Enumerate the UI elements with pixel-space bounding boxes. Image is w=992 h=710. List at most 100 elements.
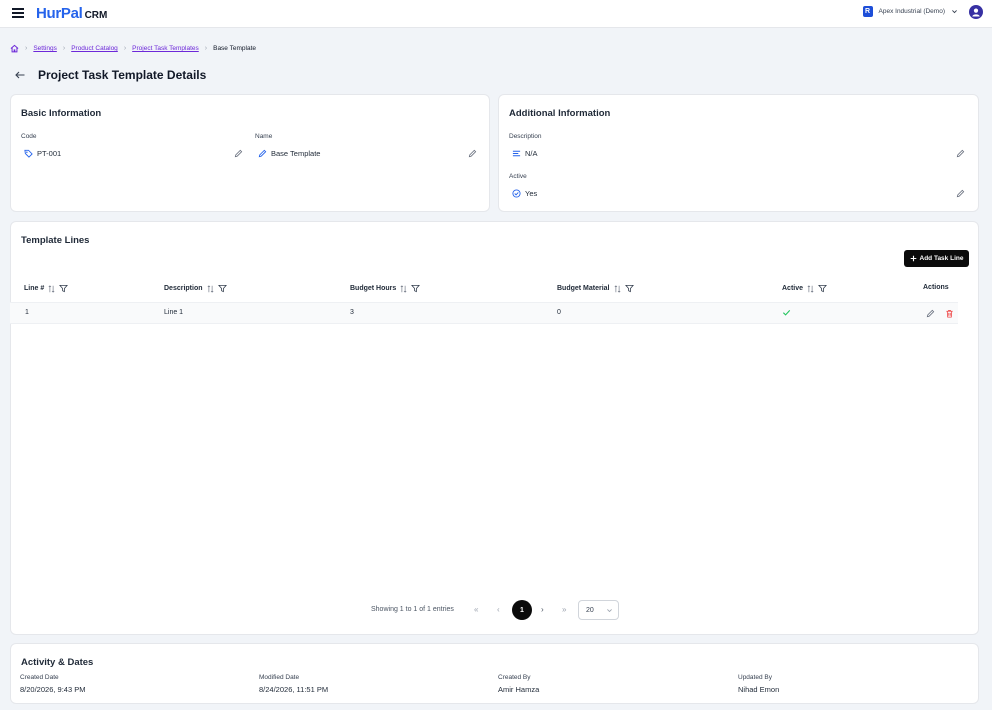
sort-icon[interactable]: [614, 284, 621, 293]
table-row[interactable]: [10, 302, 958, 324]
cell-description: Line 1: [164, 309, 184, 316]
updated-by-value: Nihad Emon: [738, 685, 780, 694]
pencil-icon: [258, 149, 267, 158]
created-date-label: Created Date: [20, 674, 59, 681]
top-bar: HurPal CRM R Apex Industrial (Demo): [0, 0, 992, 28]
app-logo[interactable]: HurPal CRM: [36, 5, 107, 22]
column-header-actions: Actions: [923, 284, 949, 291]
column-header-budget-hours: Budget Hours: [350, 284, 421, 293]
cell-budget-hours: 3: [350, 309, 354, 316]
additional-info-card: Additional Information Description N/A A…: [498, 94, 979, 212]
column-label: Budget Material: [557, 285, 610, 292]
sort-icon[interactable]: [400, 284, 407, 293]
chevron-down-icon: [607, 608, 612, 612]
cell-line: 1: [25, 309, 29, 316]
add-task-line-button[interactable]: Add Task Line: [904, 250, 969, 267]
tenant-badge: R: [862, 6, 873, 17]
user-avatar[interactable]: [969, 5, 983, 19]
filter-icon[interactable]: [59, 284, 69, 293]
name-value: Base Template: [258, 149, 320, 158]
edit-active-icon[interactable]: [956, 189, 965, 198]
check-icon: [782, 309, 791, 316]
column-label: Active: [782, 285, 804, 292]
prev-page-button[interactable]: ‹: [497, 605, 500, 614]
activity-title: Activity & Dates: [21, 657, 94, 668]
back-arrow-icon[interactable]: [14, 69, 26, 81]
filter-icon[interactable]: [411, 284, 421, 293]
check-circle-icon: [512, 189, 521, 198]
active-value: Yes: [512, 189, 537, 198]
first-page-button[interactable]: «: [474, 605, 478, 614]
activity-card: Activity & Dates: [10, 643, 979, 704]
breadcrumb-separator: ›: [204, 45, 208, 52]
name-text: Base Template: [271, 149, 321, 158]
page-size-value: 20: [586, 606, 594, 614]
modified-date-label: Modified Date: [259, 674, 300, 681]
code-text: PT-001: [37, 149, 62, 158]
tenant-switcher[interactable]: R Apex Industrial (Demo): [862, 6, 958, 17]
logo-subtext: CRM: [84, 10, 108, 21]
next-page-button[interactable]: ›: [541, 605, 544, 614]
last-page-button[interactable]: »: [562, 605, 566, 614]
page-title: Project Task Template Details: [38, 68, 207, 82]
code-label: Code: [21, 133, 37, 140]
user-icon: [972, 8, 980, 17]
cell-budget-material: 0: [557, 309, 561, 316]
edit-code-icon[interactable]: [234, 149, 243, 158]
column-label: Budget Hours: [350, 285, 397, 292]
updated-by-label: Updated By: [738, 674, 772, 681]
home-icon[interactable]: [10, 44, 19, 53]
description-text: N/A: [525, 149, 538, 158]
sort-icon[interactable]: [207, 284, 214, 293]
active-text: Yes: [525, 189, 538, 198]
filter-icon[interactable]: [818, 284, 827, 293]
edit-name-icon[interactable]: [468, 149, 477, 158]
column-header-line: Line #: [24, 284, 69, 293]
tenant-name: Apex Industrial (Demo): [878, 8, 945, 15]
pagination: Showing 1 to 1 of 1 entries « ‹ 1 › » 20: [0, 600, 992, 622]
template-lines-title: Template Lines: [21, 235, 90, 246]
basic-info-title: Basic Information: [21, 108, 102, 119]
page-button-current[interactable]: 1: [512, 600, 532, 620]
pagination-info: Showing 1 to 1 of 1 entries: [371, 606, 454, 613]
created-by-label: Created By: [498, 674, 531, 681]
sort-icon[interactable]: [807, 284, 814, 293]
column-label: Actions: [923, 284, 949, 291]
delete-row-icon[interactable]: [945, 309, 954, 318]
created-by-value: Amir Hamza: [498, 685, 540, 694]
column-header-budget-material: Budget Material: [557, 284, 634, 293]
breadcrumb-current: Base Template: [213, 45, 256, 52]
breadcrumb-project-task-templates[interactable]: Project Task Templates: [132, 45, 199, 52]
template-lines-card: Template Lines: [10, 221, 979, 635]
basic-info-card: Basic Information Code PT-001 Name Base …: [10, 94, 490, 212]
additional-info-title: Additional Information: [509, 108, 611, 119]
add-task-line-label: Add Task Line: [919, 255, 964, 262]
active-label: Active: [509, 173, 527, 180]
menu-icon[interactable]: [12, 8, 24, 18]
created-date-value: 8/20/2026, 9:43 PM: [20, 685, 86, 694]
edit-row-icon[interactable]: [926, 309, 935, 318]
plus-icon: [910, 255, 916, 262]
breadcrumb: › Settings › Product Catalog › Project T…: [10, 44, 256, 53]
code-value: PT-001: [24, 149, 61, 158]
modified-date-value: 8/24/2026, 11:51 PM: [259, 685, 329, 694]
name-label: Name: [255, 133, 273, 140]
page-header: Project Task Template Details: [14, 68, 206, 82]
page-size-select[interactable]: 20: [578, 600, 619, 620]
filter-icon[interactable]: [217, 284, 227, 293]
breadcrumb-separator: ›: [62, 45, 66, 52]
breadcrumb-settings[interactable]: Settings: [33, 45, 57, 52]
text-lines-icon: [512, 150, 521, 157]
logo-text: HurPal: [36, 5, 83, 22]
sort-icon[interactable]: [48, 284, 55, 293]
tag-icon: [24, 149, 33, 158]
breadcrumb-separator: ›: [25, 45, 28, 52]
column-header-description: Description: [164, 284, 227, 293]
column-label: Line #: [24, 285, 45, 292]
filter-icon[interactable]: [624, 284, 634, 293]
description-label: Description: [509, 133, 542, 140]
edit-description-icon[interactable]: [956, 149, 965, 158]
breadcrumb-product-catalog[interactable]: Product Catalog: [71, 45, 118, 52]
description-value: N/A: [512, 149, 538, 158]
column-label: Description: [164, 285, 203, 292]
